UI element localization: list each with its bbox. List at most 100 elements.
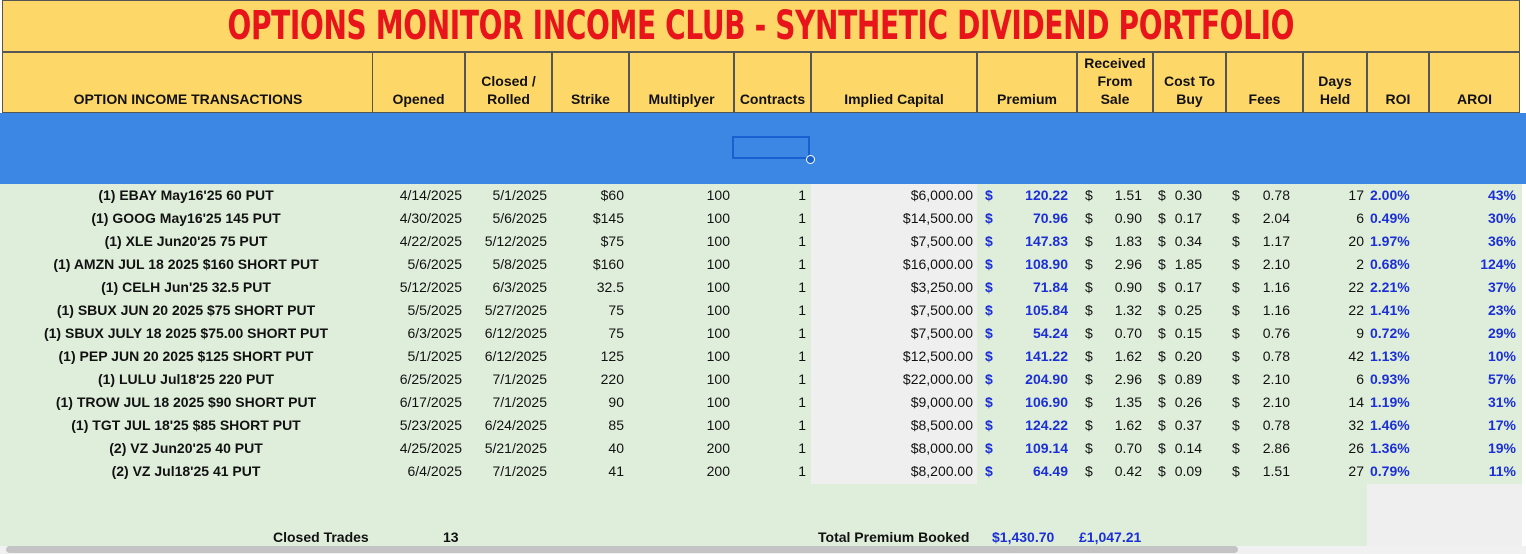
received-value[interactable]: 1.62 (1100, 345, 1142, 368)
opened-date[interactable]: 5/23/2025 (372, 414, 462, 437)
transaction-name[interactable]: (1) PEP JUN 20 2025 $125 SHORT PUT (0, 345, 372, 368)
multiplyer-value[interactable]: 100 (629, 322, 730, 345)
premium-value[interactable]: 64.49 (1000, 460, 1068, 483)
fees-value[interactable]: 0.78 (1246, 345, 1290, 368)
days-held-value[interactable]: 42 (1303, 345, 1364, 368)
opened-date[interactable]: 6/25/2025 (372, 368, 462, 391)
multiplyer-value[interactable]: 100 (629, 230, 730, 253)
closed-date[interactable]: 6/24/2025 (465, 414, 547, 437)
cost-to-buy-value[interactable]: 0.09 (1172, 460, 1202, 483)
cost-to-buy-value[interactable]: 0.30 (1172, 184, 1202, 207)
days-held-value[interactable]: 6 (1303, 207, 1364, 230)
transaction-name[interactable]: (1) AMZN JUL 18 2025 $160 SHORT PUT (0, 253, 372, 276)
aroi-value[interactable]: 17% (1429, 414, 1516, 437)
roi-value[interactable]: 1.19% (1370, 391, 1415, 414)
closed-date[interactable]: 5/1/2025 (465, 184, 548, 207)
transaction-name[interactable]: (2) VZ Jul18'25 41 PUT (0, 460, 372, 483)
premium-value[interactable]: 106.90 (1000, 391, 1068, 414)
fees-value[interactable]: 2.86 (1246, 437, 1290, 460)
days-held-value[interactable]: 14 (1303, 391, 1364, 414)
cost-to-buy-value[interactable]: 0.25 (1172, 299, 1202, 322)
roi-value[interactable]: 1.36% (1370, 437, 1415, 460)
opened-date[interactable]: 5/12/2025 (372, 276, 462, 299)
contracts-value[interactable]: 1 (734, 299, 806, 322)
strike-price[interactable]: $60 (552, 184, 624, 207)
implied-capital-value[interactable]: $9,000.00 (811, 391, 973, 414)
multiplyer-value[interactable]: 100 (629, 391, 730, 414)
received-value[interactable]: 0.70 (1100, 437, 1142, 460)
multiplyer-value[interactable]: 100 (629, 184, 730, 207)
premium-value[interactable]: 108.90 (1000, 253, 1068, 276)
opened-date[interactable]: 5/5/2025 (372, 299, 463, 322)
col-header-days-held[interactable]: Days Held (1303, 52, 1367, 113)
implied-capital-value[interactable]: $8,000.00 (811, 437, 973, 460)
opened-date[interactable]: 5/6/2025 (372, 253, 463, 276)
days-held-value[interactable]: 32 (1303, 414, 1364, 437)
premium-value[interactable]: 71.84 (1000, 276, 1068, 299)
premium-value[interactable]: 204.90 (1000, 368, 1068, 391)
roi-value[interactable]: 1.97% (1370, 230, 1415, 253)
strike-price[interactable]: 75 (552, 299, 624, 322)
col-header-cost-to-buy[interactable]: Cost To Buy (1153, 52, 1226, 113)
roi-value[interactable]: 1.46% (1370, 414, 1415, 437)
fees-value[interactable]: 0.78 (1246, 414, 1290, 437)
aroi-value[interactable]: 124% (1429, 253, 1516, 276)
strike-price[interactable]: 40 (552, 437, 624, 460)
implied-capital-value[interactable]: $14,500.00 (811, 207, 973, 230)
multiplyer-value[interactable]: 100 (629, 414, 730, 437)
fees-value[interactable]: 2.10 (1246, 253, 1290, 276)
received-value[interactable]: 2.96 (1100, 368, 1142, 391)
closed-date[interactable]: 6/3/2025 (465, 276, 548, 299)
contracts-value[interactable]: 1 (734, 230, 806, 253)
received-value[interactable]: 0.42 (1100, 460, 1142, 483)
closed-date[interactable]: 5/6/2025 (465, 207, 548, 230)
strike-price[interactable]: 32.5 (552, 276, 624, 299)
implied-capital-value[interactable]: $7,500.00 (811, 230, 973, 253)
multiplyer-value[interactable]: 100 (629, 299, 730, 322)
roi-value[interactable]: 1.13% (1370, 345, 1415, 368)
cost-to-buy-value[interactable]: 0.89 (1172, 368, 1202, 391)
closed-date[interactable]: 5/12/2025 (465, 230, 547, 253)
roi-value[interactable]: 0.72% (1370, 322, 1415, 345)
col-header-implied-capital[interactable]: Implied Capital (811, 52, 977, 113)
closed-date[interactable]: 5/8/2025 (465, 253, 548, 276)
fees-value[interactable]: 1.17 (1246, 230, 1290, 253)
aroi-value[interactable]: 10% (1429, 345, 1516, 368)
col-header-received-from-sale[interactable]: Received From Sale (1077, 52, 1153, 113)
implied-capital-value[interactable]: $7,500.00 (811, 299, 973, 322)
col-header-roi[interactable]: ROI (1367, 52, 1429, 113)
strike-price[interactable]: 75 (552, 322, 624, 345)
cost-to-buy-value[interactable]: 0.17 (1172, 207, 1202, 230)
contracts-value[interactable]: 1 (734, 276, 806, 299)
aroi-value[interactable]: 19% (1429, 437, 1516, 460)
fees-value[interactable]: 1.16 (1246, 299, 1290, 322)
aroi-value[interactable]: 36% (1429, 230, 1516, 253)
transaction-name[interactable]: (1) XLE Jun20'25 75 PUT (0, 230, 372, 253)
premium-value[interactable]: 70.96 (1000, 207, 1068, 230)
closed-date[interactable]: 7/1/2025 (465, 460, 548, 483)
scrollbar-thumb[interactable] (6, 546, 1238, 553)
fees-value[interactable]: 2.10 (1246, 391, 1290, 414)
implied-capital-value[interactable]: $7,500.00 (811, 322, 973, 345)
transaction-name[interactable]: (1) CELH Jun'25 32.5 PUT (0, 276, 372, 299)
days-held-value[interactable]: 17 (1303, 184, 1364, 207)
strike-price[interactable]: 90 (552, 391, 624, 414)
opened-date[interactable]: 5/1/2025 (372, 345, 463, 368)
fees-value[interactable]: 1.16 (1246, 276, 1290, 299)
received-value[interactable]: 2.96 (1100, 253, 1142, 276)
received-value[interactable]: 1.32 (1100, 299, 1142, 322)
col-header-contracts[interactable]: Contracts (734, 52, 811, 113)
opened-date[interactable]: 6/4/2025 (372, 460, 463, 483)
cost-to-buy-value[interactable]: 1.85 (1172, 253, 1202, 276)
strike-price[interactable]: $145 (552, 207, 624, 230)
opened-date[interactable]: 4/30/2025 (372, 207, 462, 230)
multiplyer-value[interactable]: 100 (629, 253, 730, 276)
selected-cell[interactable] (732, 136, 810, 159)
cost-to-buy-value[interactable]: 0.26 (1172, 391, 1202, 414)
days-held-value[interactable]: 22 (1303, 276, 1364, 299)
closed-date[interactable]: 7/1/2025 (465, 391, 548, 414)
contracts-value[interactable]: 1 (734, 345, 806, 368)
closed-date[interactable]: 6/12/2025 (465, 345, 547, 368)
fees-value[interactable]: 0.76 (1246, 322, 1290, 345)
col-header-opened[interactable]: Opened (372, 52, 465, 113)
